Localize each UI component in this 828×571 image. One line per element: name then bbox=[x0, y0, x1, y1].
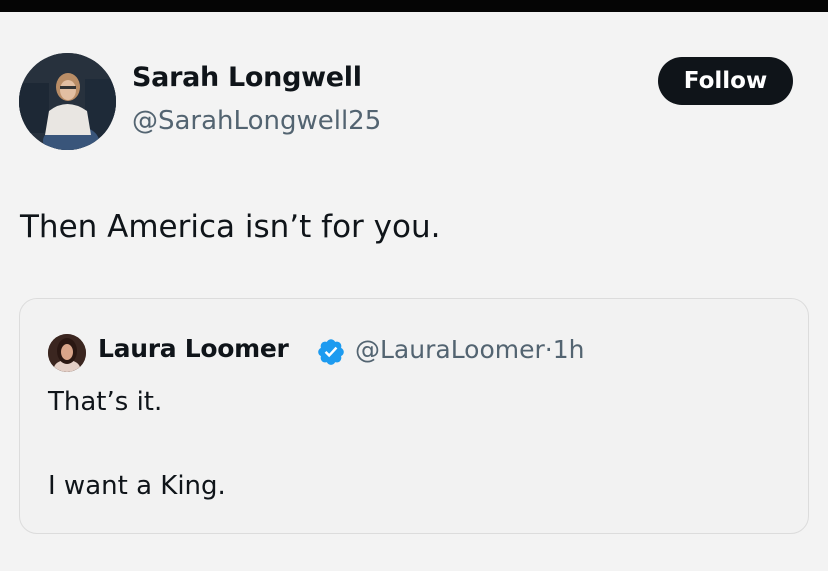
top-bar bbox=[0, 0, 828, 12]
quoted-author-avatar-image bbox=[48, 334, 86, 372]
author-handle[interactable]: @SarahLongwell25 bbox=[132, 106, 381, 136]
quoted-author-avatar[interactable] bbox=[48, 334, 86, 372]
quoted-author-meta: @LauraLoomer·1h bbox=[355, 335, 585, 364]
meta-separator: · bbox=[544, 335, 553, 364]
verified-badge-icon bbox=[318, 339, 344, 365]
quoted-post-text-line1: That’s it. bbox=[48, 387, 163, 417]
author-avatar-image bbox=[19, 53, 116, 150]
post-text: Then America isn’t for you. bbox=[20, 209, 441, 245]
quoted-post-time[interactable]: 1h bbox=[553, 335, 585, 364]
author-name[interactable]: Sarah Longwell bbox=[132, 62, 362, 93]
quoted-post-text-line2: I want a King. bbox=[48, 471, 226, 501]
quoted-post-card[interactable]: Laura Loomer @LauraLoomer·1h That’s it. … bbox=[19, 298, 809, 534]
quoted-author-handle[interactable]: @LauraLoomer bbox=[355, 335, 545, 364]
author-avatar[interactable] bbox=[19, 53, 116, 150]
follow-button[interactable]: Follow bbox=[658, 57, 793, 105]
quoted-author-name[interactable]: Laura Loomer bbox=[98, 334, 289, 363]
